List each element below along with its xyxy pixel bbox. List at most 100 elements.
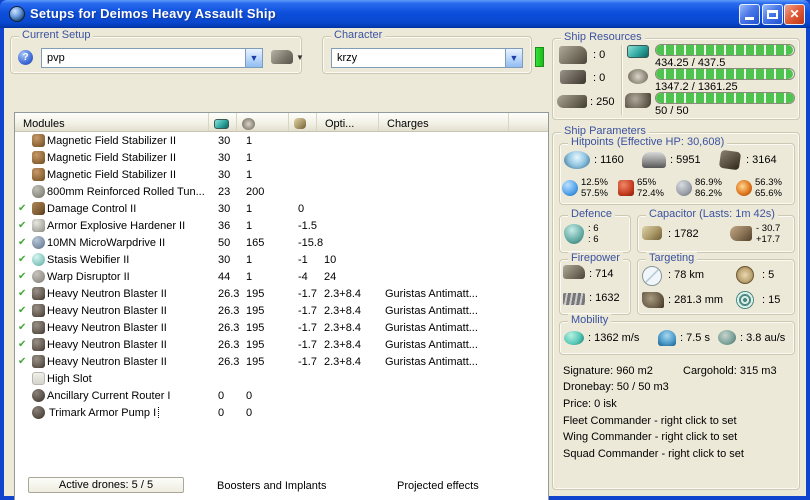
module-cap-value: -1.7 xyxy=(298,321,317,334)
setup-combobox[interactable]: pvp ▼ xyxy=(41,48,263,68)
help-icon[interactable]: ? xyxy=(18,50,33,65)
column-modules[interactable]: Modules xyxy=(15,113,209,131)
module-row[interactable]: Ancillary Current Router I 0 0 xyxy=(15,387,548,404)
module-row[interactable]: ✔ Heavy Neutron Blaster II 26.3 195 -1.7 2.3+… xyxy=(15,319,548,336)
thermal-resist-icon xyxy=(736,180,752,196)
cpu-icon xyxy=(214,118,229,129)
module-cpu-value: 50 xyxy=(218,236,231,249)
module-name: Heavy Neutron Blaster II xyxy=(47,287,167,300)
module-row[interactable]: Trimark Armor Pump I 0 0 xyxy=(15,404,548,421)
app-icon xyxy=(9,6,25,22)
fitting-tools-icon[interactable] xyxy=(271,50,293,64)
module-row[interactable]: Magnetic Field Stabilizer II 30 1 xyxy=(15,132,548,149)
defence-values: : 6: 6 xyxy=(588,223,599,245)
character-group: Character krzy ▼ xyxy=(322,29,532,74)
module-name-cell: Heavy Neutron Blaster II xyxy=(47,339,209,351)
resources-divider xyxy=(621,45,622,115)
turret-hardpoint-icon xyxy=(559,46,587,64)
title-bar[interactable]: Setups for Deimos Heavy Assault Ship ✕ xyxy=(0,0,810,28)
column-cpu[interactable] xyxy=(209,113,237,131)
drone-bandwidth-icon xyxy=(625,93,651,108)
calibration-icon xyxy=(557,95,587,108)
column-capacitor[interactable] xyxy=(289,113,317,131)
modules-table-header[interactable]: Modules Opti... Charges xyxy=(15,113,548,132)
kinetic-resist-values: 86.9% 86.2% xyxy=(695,177,722,199)
sensor-strength-value: : 15 xyxy=(762,294,781,306)
module-row[interactable]: ✔ Armor Explosive Hardener II 36 1 -1.5 xyxy=(15,217,548,234)
module-powergrid-value: 1 xyxy=(246,202,253,215)
disruptor-module-icon xyxy=(31,270,45,283)
module-row[interactable]: ✔ Damage Control II 30 1 0 xyxy=(15,200,548,217)
speed-value: : 1362 m/s xyxy=(588,332,640,344)
fitting-tools-caret-icon[interactable]: ▼ xyxy=(296,53,304,62)
character-combobox-arrow[interactable]: ▼ xyxy=(505,49,522,67)
blaster-module-icon xyxy=(31,287,45,300)
module-row[interactable]: ✔ Heavy Neutron Blaster II 26.3 195 -1.7 2.3+… xyxy=(15,336,548,353)
boosters-implants-tab[interactable]: Boosters and Implants xyxy=(217,480,326,492)
module-active-check: ✔ xyxy=(18,271,27,282)
wing-commander-setting[interactable]: Wing Commander - right click to set xyxy=(563,431,737,443)
mobility-label: Mobility xyxy=(568,314,612,326)
drone-usage-value: 50 / 50 xyxy=(655,105,689,117)
module-name: Magnetic Field Stabilizer II xyxy=(47,151,176,164)
active-drones-button[interactable]: Active drones: 5 / 5 xyxy=(28,477,184,493)
module-charges-value: Guristas Antimatt... xyxy=(385,338,478,351)
module-row[interactable]: Magnetic Field Stabilizer II 30 1 xyxy=(15,149,548,166)
module-row[interactable]: ✔ Heavy Neutron Blaster II 26.3 195 -1.7 2.3+… xyxy=(15,285,548,302)
module-optimal-value: 2.3+8.4 xyxy=(324,321,362,334)
module-row[interactable]: ✔ 10MN MicroWarpdrive II 50 165 -15.8 xyxy=(15,234,548,251)
hull-hp-value: : 3164 xyxy=(746,154,777,166)
module-cap-value: -1.5 xyxy=(298,219,317,232)
explosive-resist-values: 65% 72.4% xyxy=(637,177,664,199)
module-powergrid-value: 195 xyxy=(246,321,265,334)
module-active-check: ✔ xyxy=(18,203,27,214)
module-powergrid-value: 1 xyxy=(246,253,253,266)
scan-resolution-icon xyxy=(642,292,664,308)
column-powergrid[interactable] xyxy=(237,113,289,131)
module-optimal-value: 24 xyxy=(324,270,337,283)
module-cpu-value: 30 xyxy=(218,134,231,147)
module-row[interactable]: ✔ Warp Disruptor II 44 1 -4 24 xyxy=(15,268,548,285)
module-cpu-value: 0 xyxy=(218,389,225,402)
module-icon-cell xyxy=(29,287,47,300)
targeting-range-value: : 78 km xyxy=(668,269,705,281)
module-active-check: ✔ xyxy=(18,254,27,265)
column-optimal[interactable]: Opti... xyxy=(317,113,379,131)
module-row[interactable]: High Slot xyxy=(15,370,548,387)
module-powergrid-value: 195 xyxy=(246,304,265,317)
firepower-group: Firepower : 714 : 1632 xyxy=(559,252,631,315)
sensor-strength-icon xyxy=(736,291,754,309)
module-cap-value: -1.7 xyxy=(298,304,317,317)
em-resist-icon xyxy=(562,180,578,196)
blaster-module-icon xyxy=(31,355,45,368)
launcher-hardpoint-icon xyxy=(560,70,586,84)
minimize-button[interactable] xyxy=(739,4,760,25)
module-row[interactable]: ✔ Heavy Neutron Blaster II 26.3 195 -1.7 2.3+… xyxy=(15,353,548,370)
module-name: Warp Disruptor II xyxy=(47,270,130,283)
module-name-cell: Trimark Armor Pump I xyxy=(47,406,209,419)
character-combobox[interactable]: krzy ▼ xyxy=(331,48,523,68)
close-button[interactable]: ✕ xyxy=(784,4,805,25)
cpu-bar xyxy=(655,44,795,56)
module-cap-value: -1.7 xyxy=(298,338,317,351)
character-label: Character xyxy=(331,29,386,41)
fleet-commander-setting[interactable]: Fleet Commander - right click to set xyxy=(563,415,737,427)
module-row[interactable]: ✔ Stasis Webifier II 30 1 -1 10 xyxy=(15,251,548,268)
hitpoints-group: Hitpoints (Effective HP: 30,608) : 1160 … xyxy=(559,136,795,205)
module-name-cell: Heavy Neutron Blaster II xyxy=(47,356,209,368)
setup-combobox-arrow[interactable]: ▼ xyxy=(245,49,262,67)
module-cpu-value: 26.3 xyxy=(218,355,240,368)
module-charges-value: Guristas Antimatt... xyxy=(385,355,478,368)
module-name-cell: Stasis Webifier II xyxy=(47,254,209,266)
module-name-cell: High Slot xyxy=(47,373,209,385)
module-row[interactable]: Magnetic Field Stabilizer II 30 1 xyxy=(15,166,548,183)
module-row[interactable]: 800mm Reinforced Rolled Tun... 23 200 xyxy=(15,183,548,200)
module-row[interactable]: ✔ Heavy Neutron Blaster II 26.3 195 -1.7 2.3+… xyxy=(15,302,548,319)
squad-commander-setting[interactable]: Squad Commander - right click to set xyxy=(563,448,744,460)
column-charges[interactable]: Charges xyxy=(379,113,509,131)
module-cpu-value: 26.3 xyxy=(218,304,240,317)
maximize-button[interactable] xyxy=(762,4,783,25)
projected-effects-tab[interactable]: Projected effects xyxy=(397,480,479,492)
dronebay-value: Dronebay: 50 / 50 m3 xyxy=(563,381,669,393)
module-optimal-value: 10 xyxy=(324,253,337,266)
